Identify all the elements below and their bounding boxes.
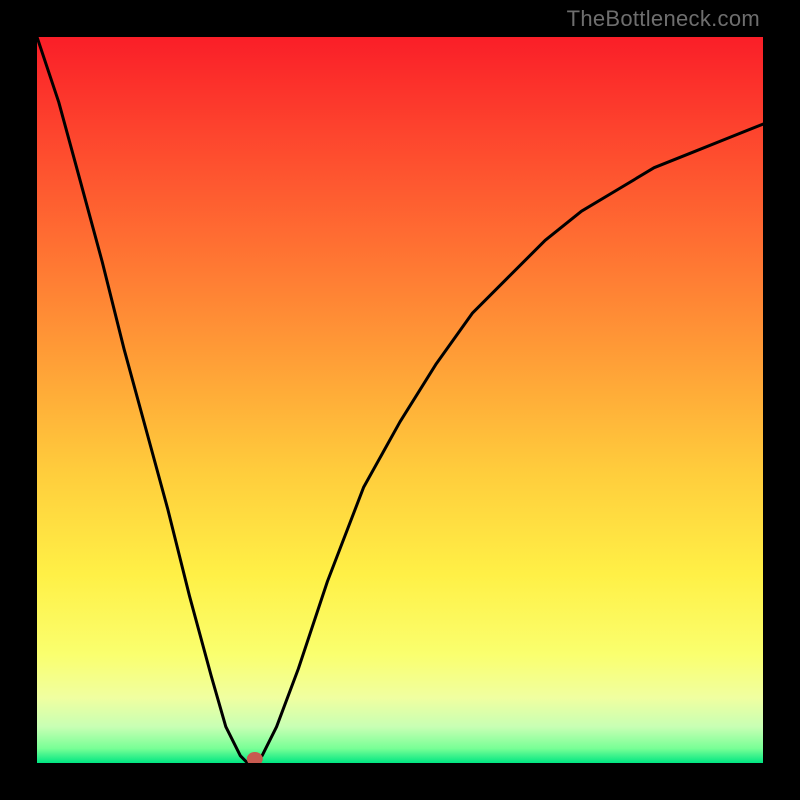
marker-dot xyxy=(247,752,263,763)
plot-area xyxy=(37,37,763,763)
bottleneck-curve xyxy=(37,37,763,763)
attribution-text: TheBottleneck.com xyxy=(567,6,760,32)
chart-container: TheBottleneck.com xyxy=(0,0,800,800)
